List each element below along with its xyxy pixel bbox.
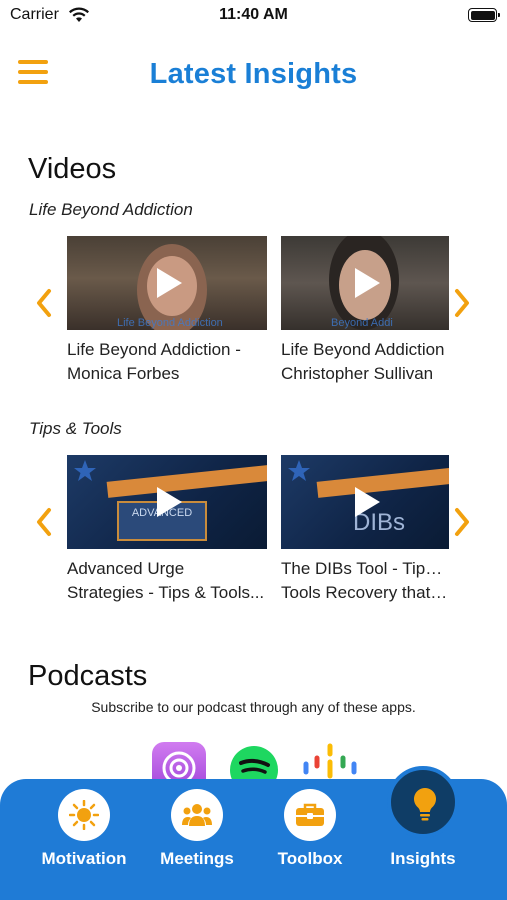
tab-insights[interactable]: Insights: [368, 766, 478, 900]
video-card[interactable]: Beyond Addi Life Beyond Addiction Christ…: [281, 236, 449, 386]
podcasts-subtitle: Subscribe to our podcast through any of …: [91, 699, 416, 715]
tab-label: Motivation: [41, 849, 127, 868]
video-card[interactable]: Life Beyond Addiction Life Beyond Addict…: [67, 236, 267, 386]
tab-label: Meetings: [160, 849, 234, 868]
toolbox-icon: [284, 789, 336, 841]
play-icon: [154, 485, 184, 519]
battery-icon: [468, 8, 500, 22]
people-group-icon: [171, 789, 223, 841]
tab-motivation[interactable]: Motivation: [29, 779, 139, 900]
video-card[interactable]: ADVANCED Advanced Urge Strategies - Tips…: [67, 455, 267, 605]
video-thumbnail: DIBs: [281, 455, 449, 549]
video-watermark: Beyond Addi: [331, 317, 393, 329]
tab-meetings[interactable]: Meetings: [142, 779, 252, 900]
video-carousel-life-beyond-addiction: Life Beyond Addiction Life Beyond Addict…: [0, 236, 507, 386]
sun-icon: [58, 789, 110, 841]
podcasts-section-title: Podcasts: [28, 660, 148, 692]
carousel-next-chevron-icon[interactable]: [452, 288, 472, 318]
video-title: Advanced Urge Strategies - Tips & Tools.…: [67, 559, 265, 602]
lightbulb-icon: [387, 766, 459, 838]
video-thumbnail: Life Beyond Addiction: [67, 236, 267, 330]
play-icon: [352, 266, 382, 300]
video-title: The DIBs Tool - Tips & Tools Recovery th…: [281, 559, 449, 602]
page-title: Latest Insights: [149, 58, 358, 90]
videos-section-title: Videos: [28, 153, 117, 185]
video-thumbnail: Beyond Addi: [281, 236, 449, 330]
tab-label: Toolbox: [277, 849, 343, 868]
app-header: Latest Insights: [0, 48, 507, 104]
video-watermark: Life Beyond Addiction: [117, 317, 223, 329]
video-title: Life Beyond Addiction - Monica Forbes: [67, 340, 241, 383]
carousel-prev-chevron-icon[interactable]: [34, 507, 54, 537]
status-bar: Carrier 11:40 AM: [0, 0, 507, 32]
category-title-tips-and-tools: Tips & Tools: [29, 419, 122, 438]
category-title-life-beyond-addiction: Life Beyond Addiction: [29, 200, 193, 219]
star-logo-icon: [288, 460, 310, 481]
video-carousel-tips-and-tools: ADVANCED Advanced Urge Strategies - Tips…: [0, 455, 507, 605]
carousel-prev-chevron-icon[interactable]: [34, 288, 54, 318]
tab-toolbox[interactable]: Toolbox: [255, 779, 365, 900]
play-icon: [154, 266, 184, 300]
video-card[interactable]: DIBs The DIBs Tool - Tips & Tools Recove…: [281, 455, 449, 605]
video-title: Life Beyond Addiction Christopher Sulliv…: [281, 340, 445, 383]
play-icon: [352, 485, 382, 519]
tips-banner: [106, 464, 267, 498]
video-thumbnail: ADVANCED: [67, 455, 267, 549]
bottom-tab-bar: Motivation Meetings Toolbox Insights: [0, 766, 507, 900]
tab-label: Insights: [390, 849, 456, 868]
star-logo-icon: [74, 460, 96, 481]
carousel-next-chevron-icon[interactable]: [452, 507, 472, 537]
tips-banner: [316, 464, 449, 498]
clock-label: 11:40 AM: [219, 6, 288, 23]
